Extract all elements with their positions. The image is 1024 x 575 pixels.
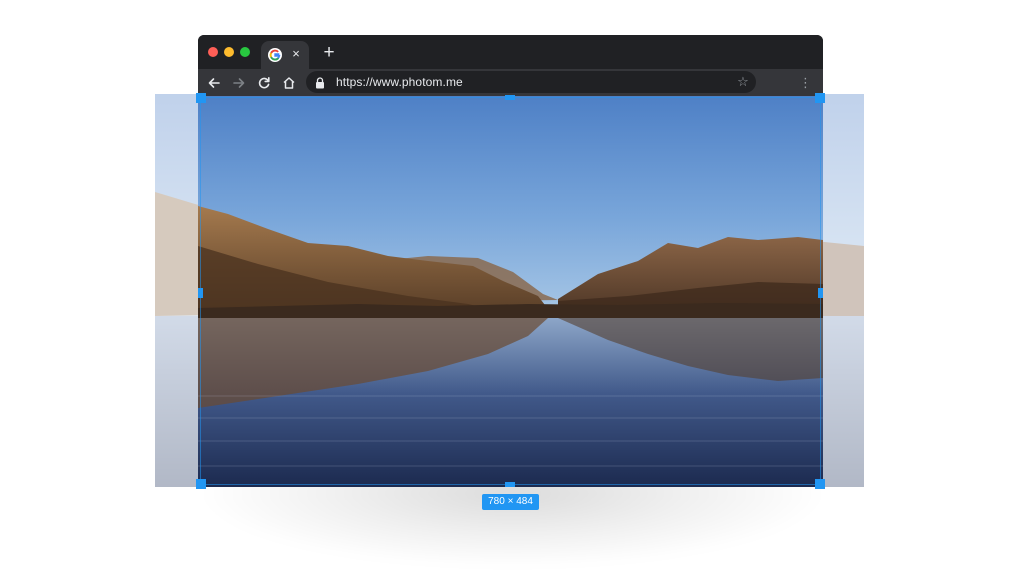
title-bar: × + <box>198 35 823 69</box>
home-icon <box>283 77 295 89</box>
tab-close-button[interactable]: × <box>290 46 302 62</box>
reload-button[interactable] <box>256 75 272 91</box>
minimize-window-button[interactable] <box>224 47 234 57</box>
crop-handle-right[interactable] <box>818 288 823 298</box>
maximize-window-button[interactable] <box>240 47 250 57</box>
landscape-photo <box>198 96 823 487</box>
close-window-button[interactable] <box>208 47 218 57</box>
lock-icon <box>315 76 325 89</box>
browser-window: × + https://www.photom.me ☆ ⋮ <box>198 35 823 487</box>
reload-icon <box>258 77 270 89</box>
new-tab-button[interactable]: + <box>320 43 338 63</box>
crop-handle-left[interactable] <box>198 288 203 298</box>
crop-size-badge: 780 × 484 <box>482 494 539 510</box>
crop-handle-bottom-left[interactable] <box>196 479 206 489</box>
page-viewport <box>198 96 823 487</box>
browser-tab[interactable]: × <box>261 41 309 69</box>
browser-toolbar: https://www.photom.me ☆ ⋮ <box>198 69 823 96</box>
crop-handle-bottom[interactable] <box>505 482 515 487</box>
crop-handle-bottom-right[interactable] <box>815 479 825 489</box>
crop-handle-top-left[interactable] <box>196 93 206 103</box>
arrow-right-icon <box>233 78 245 88</box>
arrow-left-icon <box>208 78 220 88</box>
home-button[interactable] <box>281 75 297 91</box>
crop-handle-top[interactable] <box>505 95 515 100</box>
forward-button[interactable] <box>231 75 247 91</box>
google-g-icon <box>268 48 282 62</box>
back-button[interactable] <box>206 75 222 91</box>
address-bar[interactable]: https://www.photom.me ☆ <box>306 71 756 93</box>
crop-handle-top-right[interactable] <box>815 93 825 103</box>
browser-menu-icon[interactable]: ⋮ <box>799 74 812 92</box>
bookmark-star-icon[interactable]: ☆ <box>736 74 750 90</box>
url-text[interactable]: https://www.photom.me <box>336 74 463 90</box>
